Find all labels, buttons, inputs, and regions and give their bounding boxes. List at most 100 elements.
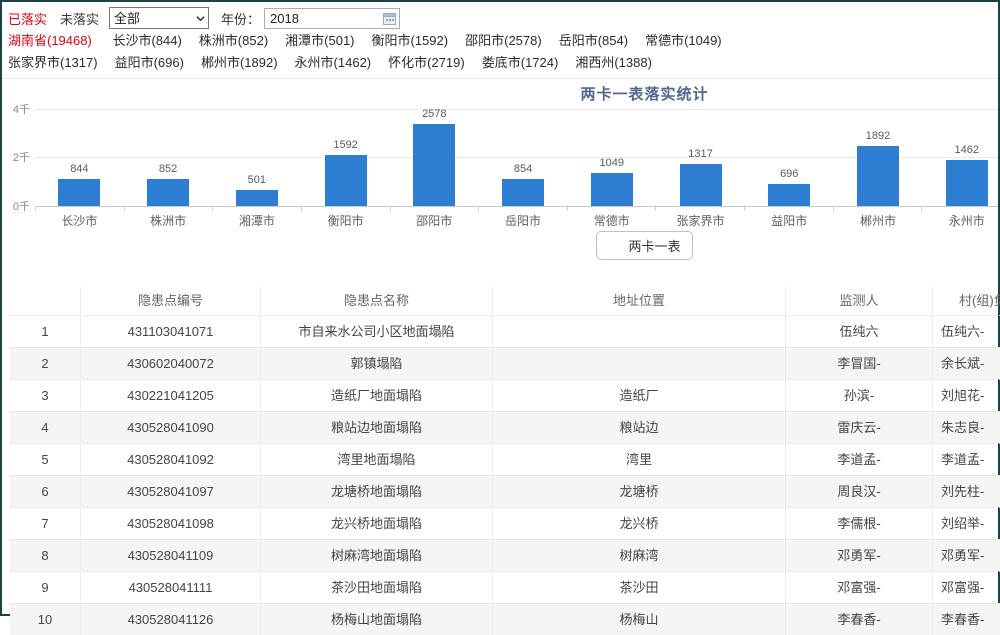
x-tick [36,206,125,211]
bar-slot: 1892 [834,79,923,206]
bar-常德市 [591,173,633,206]
year-input[interactable] [265,9,399,28]
cell-num: 6 [10,476,80,507]
table-row[interactable]: 10430528041126杨梅山地面塌陷杨梅山李春香-李春香- [10,603,1000,635]
city-links-row1: 长沙市(844) 株洲市(852) 湘潭市(501) 衡阳市(1592) 邵阳市(257… [112,33,738,48]
cell-name: 树麻湾地面塌陷 [260,540,492,571]
cell-village: 余长斌- [932,348,1000,379]
table-row[interactable]: 6430528041097龙塘桥地面塌陷龙塘桥周良汉-刘先柱- [10,475,1000,507]
column-header: 地址位置 [492,287,785,315]
cell-code: 431103041071 [80,316,260,347]
cell-monitor: 李儒根- [785,508,932,539]
bar-衡阳市 [325,155,367,206]
bar-chart: 两卡一表落实统计 4千 2千 0千 8448525011592257885410… [2,79,998,262]
cell-village: 刘先柱- [932,476,1000,507]
filter-select[interactable]: 全部 [109,7,209,29]
cell-name: 龙塘桥地面塌陷 [260,476,492,507]
filter-select-wrap: 全部 [109,7,209,29]
tab-implemented[interactable]: 已落实 [8,9,47,28]
bar-value-label: 1049 [567,157,656,169]
year-input-box [264,8,400,29]
city-link[interactable]: 岳阳市(854) [559,33,628,48]
column-header [10,287,80,315]
table-row[interactable]: 5430528041092湾里地面塌陷湾里李道孟-李道孟- [10,443,1000,475]
table-row[interactable]: 7430528041098龙兴桥地面塌陷龙兴桥李儒根-刘绍举- [10,507,1000,539]
city-link[interactable]: 湘西州(1388) [575,55,652,70]
bar-slot: 852 [124,79,213,206]
x-label-永州市: 永州市 [922,212,998,229]
y-tick-4k: 4千 [2,101,30,117]
cell-num: 2 [10,348,80,379]
hazard-table: 隐患点编号隐患点名称地址位置监测人村(组)负 1431103041071市自来水… [10,287,1000,635]
city-link[interactable]: 益阳市(696) [115,55,184,70]
cell-code: 430528041111 [80,572,260,603]
cell-num: 10 [10,604,80,635]
cell-monitor: 孙滨- [785,380,932,411]
city-link[interactable]: 常德市(1049) [645,33,722,48]
city-link[interactable]: 怀化市(2719) [388,55,465,70]
table-row[interactable]: 8430528041109树麻湾地面塌陷树麻湾邓勇军-邓勇军- [10,539,1000,571]
cell-name: 杨梅山地面塌陷 [260,604,492,635]
legend-row: 两卡一表 [2,231,998,260]
cell-name: 龙兴桥地面塌陷 [260,508,492,539]
cell-code: 430528041092 [80,444,260,475]
city-link[interactable]: 株洲市(852) [199,33,268,48]
x-axis-ticks [35,206,998,211]
cell-num: 1 [10,316,80,347]
bar-value-label: 1462 [922,144,998,156]
bar-value-label: 696 [745,168,834,180]
x-label-郴州市: 郴州市 [834,212,923,229]
cell-village: 李春香- [932,604,1000,635]
cell-name: 粮站边地面塌陷 [260,412,492,443]
cell-name: 郭镇塌陷 [260,348,492,379]
province-link[interactable]: 湖南省(19468) [8,33,92,48]
cell-monitor: 雷庆云- [785,412,932,443]
x-label-常德市: 常德市 [567,212,656,229]
cell-address [492,316,785,347]
x-tick [922,206,998,211]
bar-slot: 1592 [301,79,390,206]
city-link[interactable]: 湘潭市(501) [285,33,354,48]
city-link[interactable]: 郴州市(1892) [201,55,278,70]
cell-address: 树麻湾 [492,540,785,571]
x-label-张家界市: 张家界市 [656,212,745,229]
bar-郴州市 [857,146,899,206]
cell-address: 湾里 [492,444,785,475]
table-row[interactable]: 3430221041205造纸厂地面塌陷造纸厂孙滨-刘旭花- [10,379,1000,411]
bar-邵阳市 [413,124,455,206]
x-tick [479,206,568,211]
city-link[interactable]: 衡阳市(1592) [372,33,449,48]
table-row[interactable]: 2430602040072郭镇塌陷李冒国-余长斌- [10,347,1000,379]
bar-slot: 1462 [922,79,998,206]
table-row[interactable]: 4430528041090粮站边地面塌陷粮站边雷庆云-朱志良- [10,411,1000,443]
table-body: 1431103041071市自来水公司小区地面塌陷伍纯六伍纯六-24306020… [10,315,1000,635]
city-link[interactable]: 张家界市(1317) [8,55,98,70]
city-link[interactable]: 长沙市(844) [112,33,181,48]
cell-num: 7 [10,508,80,539]
cell-village: 朱志良- [932,412,1000,443]
chart-section: 两卡一表落实统计 4千 2千 0千 8448525011592257885410… [2,79,998,262]
city-link[interactable]: 娄底市(1724) [482,55,559,70]
table-row[interactable]: 9430528041111茶沙田地面塌陷茶沙田邓富强-邓富强- [10,571,1000,603]
bar-湘潭市 [236,190,278,206]
tab-not-implemented[interactable]: 未落实 [60,9,99,28]
bar-slot: 844 [35,79,124,206]
cell-address: 龙兴桥 [492,508,785,539]
calendar-icon[interactable] [383,12,396,25]
bar-岳阳市 [502,179,544,206]
cell-monitor: 邓勇军- [785,540,932,571]
x-label-株洲市: 株洲市 [124,212,213,229]
table-row[interactable]: 1431103041071市自来水公司小区地面塌陷伍纯六伍纯六- [10,315,1000,347]
bar-value-label: 854 [479,163,568,175]
cell-monitor: 李冒国- [785,348,932,379]
cell-address: 茶沙田 [492,572,785,603]
x-tick [656,206,745,211]
bar-slot: 501 [212,79,301,206]
city-link[interactable]: 永州市(1462) [295,55,372,70]
legend-item[interactable]: 两卡一表 [596,231,692,260]
x-tick [125,206,214,211]
legend-label: 两卡一表 [628,236,680,255]
city-link[interactable]: 邵阳市(2578) [465,33,542,48]
toolbar: 已落实 未落实 全部 年份： [2,2,998,29]
bar-长沙市 [58,179,100,206]
